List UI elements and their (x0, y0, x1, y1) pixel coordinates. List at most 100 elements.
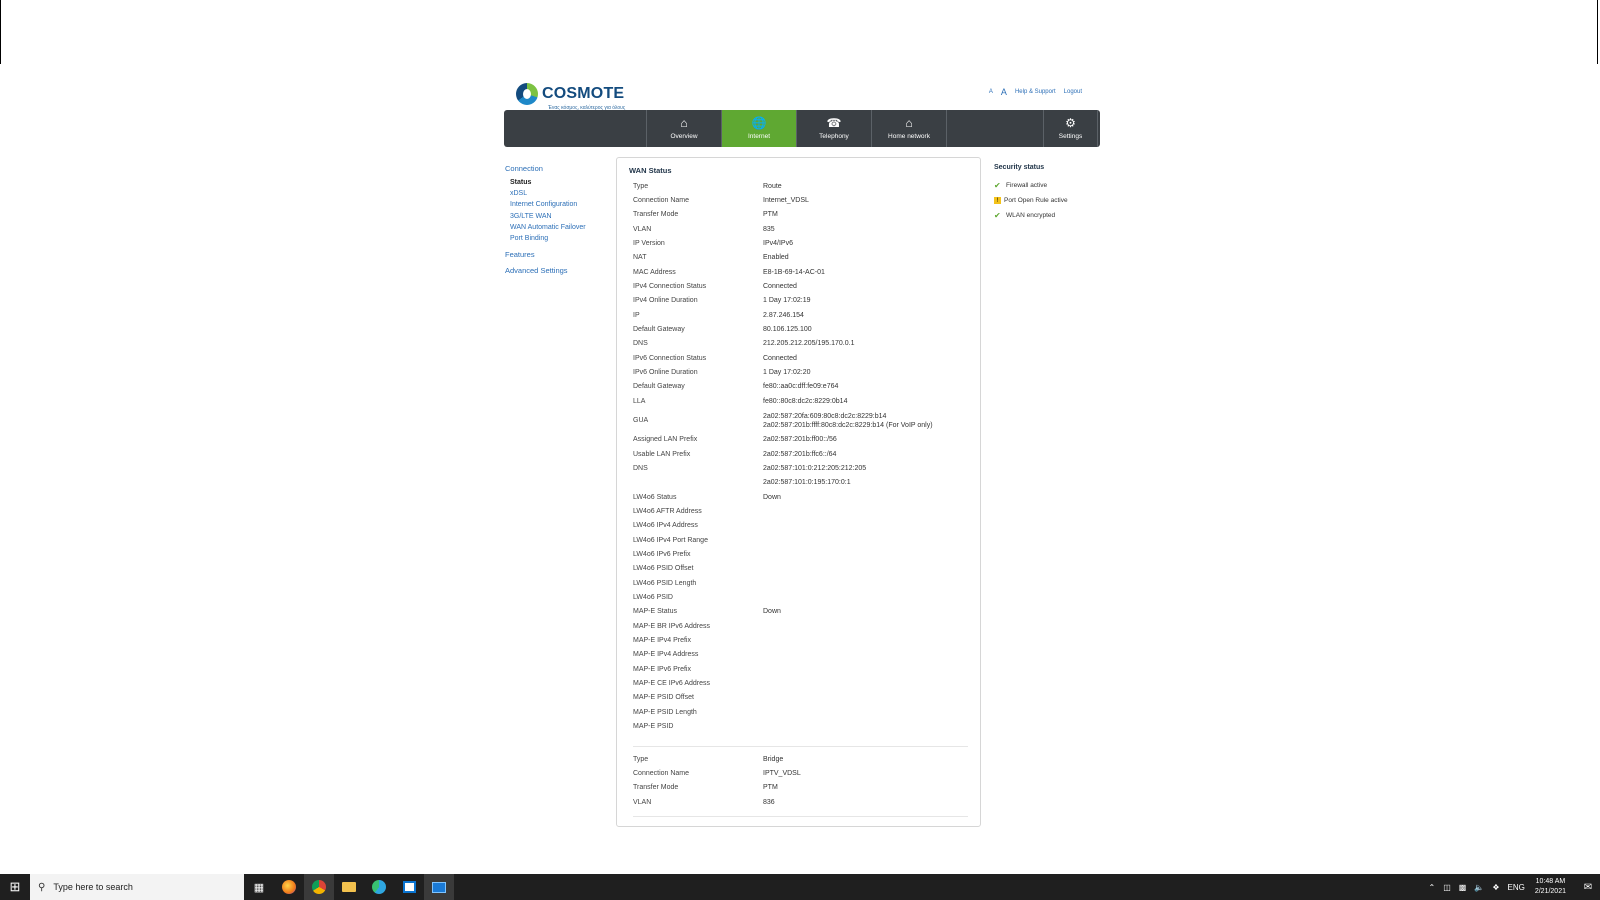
clock-time: 10:48 AM (1535, 878, 1566, 885)
chrome-icon[interactable] (304, 874, 334, 900)
warning-icon: ! (994, 197, 1001, 204)
divider (633, 816, 968, 817)
row-value: 836 (763, 799, 968, 806)
table-row: MAP-E IPv4 Prefix (633, 633, 968, 647)
row-label: MAC Address (633, 268, 676, 276)
row-label: DNS (633, 464, 648, 472)
table-row: LW4o6 IPv6 Prefix (633, 547, 968, 561)
row-label: LLA (633, 397, 646, 405)
brand-name: COSMOTE (542, 85, 625, 102)
row-label: VLAN (633, 798, 652, 806)
sidebar-item-port-binding[interactable]: Port Binding (505, 233, 605, 244)
tab-settings[interactable]: ⚙ Settings (1044, 110, 1098, 147)
tab-home-network[interactable]: ⌂ Home network (872, 110, 947, 147)
row-value: PTM (763, 784, 968, 791)
table-row: Usable LAN Prefix 2a02:587:201b:ffc6::/64 (633, 447, 968, 461)
row-label: MAP-E IPv4 Address (633, 651, 699, 659)
table-row: DNS 212.205.212.205/195.170.0.1 (633, 337, 968, 351)
sidebar-item-wan-failover[interactable]: WAN Automatic Failover (505, 222, 605, 233)
row-label: IPv6 Online Duration (633, 369, 698, 377)
cosmote-logo[interactable]: COSMOTE Ένας κόσμος, καλύτερος για όλους (516, 81, 646, 111)
file-explorer-icon[interactable] (334, 874, 364, 900)
sidebar-item-xdsl[interactable]: xDSL (505, 188, 605, 199)
sidebar-section-features[interactable]: Features (505, 250, 605, 259)
table-row: IPv6 Online Duration 1 Day 17:02:20 (633, 365, 968, 379)
volume-icon[interactable]: 🔈 (1474, 883, 1484, 892)
row-value: fe80::80c8:dc2c:8229:0b14 (763, 398, 968, 405)
table-row: MAP-E BR IPv6 Address (633, 619, 968, 633)
table-row: 2a02:587:101:0:195:170:0:1 (633, 476, 968, 490)
photos-icon[interactable] (424, 874, 454, 900)
header-links: A A Help & Support Logout (989, 87, 1082, 97)
checkmark-icon: ✔ (994, 211, 1001, 220)
table-row: IPv4 Online Duration 1 Day 17:02:19 (633, 294, 968, 308)
font-size-small-button[interactable]: A (989, 89, 993, 95)
clock[interactable]: 10:48 AM 2/21/2021 (1535, 877, 1566, 897)
sidebar-section-advanced[interactable]: Advanced Settings (505, 266, 605, 275)
dropbox-icon[interactable]: ❖ (1492, 883, 1499, 892)
sidebar-item-internet-configuration[interactable]: Internet Configuration (505, 199, 605, 210)
system-tray: ⌃ ◫ ▩ 🔈 ❖ ENG 10:48 AM 2/21/2021 ✉ (1425, 874, 1600, 900)
table-row: MAP-E PSID Offset (633, 691, 968, 705)
battery-icon[interactable]: ◫ (1443, 883, 1451, 892)
chevron-up-icon[interactable]: ⌃ (1429, 883, 1436, 892)
row-value-line: Down (763, 493, 781, 501)
row-value: Enabled (763, 254, 968, 261)
sidebar-item-status[interactable]: Status (505, 177, 605, 188)
wan-bridge-table: Type Bridge Connection Name IPTV_VDSL Transf… (633, 752, 968, 809)
row-value: 2a02:587:101:0:195:170:0:1 (763, 479, 968, 486)
row-value: IPTV_VDSL (763, 770, 968, 777)
sidebar-section-connection[interactable]: Connection (505, 164, 605, 173)
language-indicator[interactable]: ENG (1508, 883, 1525, 892)
row-value-line: 2a02:587:20fa:609:80c8:dc2c:8229:b14 (763, 412, 887, 420)
main-nav: ⌂ Overview 🌐 Internet ☎ Telephony ⌂ Home… (504, 110, 1100, 147)
network-icon[interactable]: ▩ (1459, 883, 1467, 892)
table-row: Default Gateway fe80::aa0c:dff:fe09:e764 (633, 380, 968, 394)
table-row: Connection Name IPTV_VDSL (633, 766, 968, 780)
security-item-wlan: ✔ WLAN encrypted (994, 208, 1114, 223)
firefox-icon[interactable] (274, 874, 304, 900)
task-view-icon[interactable]: ▦ (244, 874, 274, 900)
help-support-link[interactable]: Help & Support (1015, 89, 1056, 95)
font-size-large-button[interactable]: A (1001, 87, 1007, 97)
row-value-line: IPTV_VDSL (763, 770, 801, 778)
windows-start-icon[interactable]: ⊞ (0, 874, 30, 900)
row-value-line: PTM (763, 784, 778, 792)
tab-telephony[interactable]: ☎ Telephony (797, 110, 872, 147)
row-value: Bridge (763, 756, 968, 763)
checkmark-icon: ✔ (994, 181, 1001, 190)
row-label: Connection Name (633, 197, 690, 205)
phone-icon: ☎ (826, 116, 842, 130)
row-value: 2.87.246.154 (763, 312, 968, 319)
nav-spacer (504, 110, 647, 147)
row-value: 835 (763, 226, 968, 233)
row-label: IPv6 Connection Status (633, 354, 707, 362)
row-value-line: Down (763, 608, 781, 616)
search-placeholder: Type here to search (53, 882, 133, 892)
window-edge (1597, 0, 1598, 64)
security-item-firewall: ✔ Firewall active (994, 178, 1114, 193)
row-label: NAT (633, 254, 647, 262)
house-network-icon: ⌂ (905, 116, 913, 130)
row-value-line: Enabled (763, 254, 789, 262)
row-label: Transfer Mode (633, 211, 679, 219)
sidebar-item-3g-lte-wan[interactable]: 3G/LTE WAN (505, 211, 605, 222)
row-value-line: 2a02:587:101:0:212:205:212:205 (763, 464, 867, 472)
tab-overview[interactable]: ⌂ Overview (647, 110, 722, 147)
tab-internet[interactable]: 🌐 Internet (722, 110, 797, 147)
row-label: MAP-E BR IPv6 Address (633, 622, 711, 630)
table-row: LW4o6 PSID (633, 590, 968, 604)
row-label: Type (633, 182, 649, 190)
security-item-port-open: ! Port Open Rule active (994, 193, 1114, 208)
table-row: IPv6 Connection Status Connected (633, 351, 968, 365)
notification-icon[interactable]: ✉ (1576, 882, 1600, 893)
home-icon: ⌂ (680, 116, 688, 130)
row-value: Connected (763, 283, 968, 290)
search-box[interactable]: ⚲ Type here to search (30, 874, 244, 900)
taskbar: ⊞ ⚲ Type here to search ▦ ⌃ ◫ ▩ 🔈 ❖ ENG … (0, 874, 1600, 900)
logout-link[interactable]: Logout (1064, 89, 1082, 95)
edge-icon[interactable] (364, 874, 394, 900)
clock-date: 2/21/2021 (1534, 888, 1566, 895)
store-icon[interactable] (394, 874, 424, 900)
row-label: Assigned LAN Prefix (633, 436, 698, 444)
